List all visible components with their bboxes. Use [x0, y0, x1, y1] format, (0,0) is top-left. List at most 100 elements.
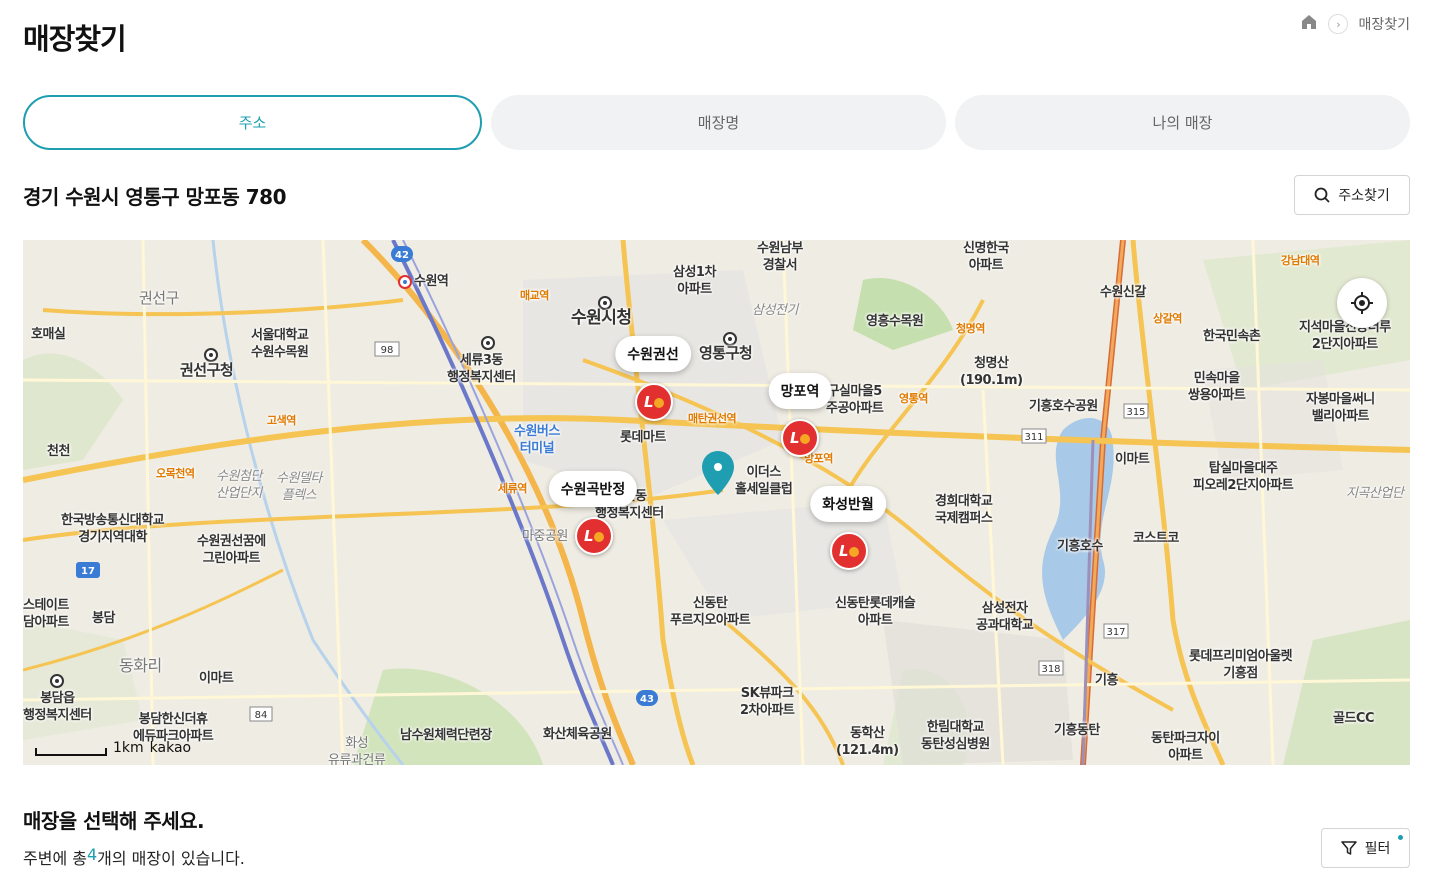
filter-button[interactable]: 필터: [1321, 828, 1410, 868]
map-label-samsung-college: 삼성전자 공과대학교: [976, 601, 1034, 633]
svg-text:311: 311: [1024, 432, 1043, 443]
results-title: 매장을 선택해 주세요.: [23, 809, 205, 833]
location-pin-icon: [702, 451, 734, 495]
home-icon[interactable]: [1300, 13, 1318, 35]
map-label-suwon-gwonseon-apt: 수원권선꿈에 그린아파트: [197, 534, 266, 566]
tab-address[interactable]: 주소: [23, 95, 482, 150]
map-label-hwasan: 화산체육공원: [543, 727, 612, 742]
map-label-seryu: 세류역: [498, 482, 527, 495]
search-icon: [1314, 187, 1330, 203]
map-label-namsuwon: 남수원체력단련장: [400, 728, 492, 743]
current-location-marker[interactable]: [701, 450, 735, 500]
map-label-homaesil: 호매실: [31, 327, 66, 342]
svg-text:98: 98: [381, 345, 394, 356]
locate-me-button[interactable]: [1337, 278, 1387, 328]
map-label-korea-univ: 한국방송통신대학교 경기지역대학: [61, 513, 165, 545]
map-label-traders: 이더스 홀세일클럽: [735, 465, 793, 497]
map-label-khu: 경희대학교 국제캠퍼스: [935, 494, 993, 526]
map-label-donghwa: 동화리: [119, 656, 162, 675]
filter-active-dot: [1398, 835, 1403, 840]
current-address: 경기 수원시 영통구 망포동 780: [23, 185, 287, 209]
map-label-giheung: 기흥: [1095, 673, 1118, 688]
map-label-bongdam: 봉담: [92, 611, 115, 626]
lotte-logo-icon: L: [584, 527, 604, 545]
svg-text:17: 17: [81, 566, 95, 577]
map-label-emart-1: 이마트: [1115, 452, 1150, 467]
map-label-suwon-singal: 수원신갈: [1100, 285, 1146, 300]
filter-label: 필터: [1364, 840, 1391, 856]
map-label-sindongtan: 신동탄 푸르지오아파트: [670, 596, 751, 628]
scale-bar: [35, 748, 107, 756]
map-attribution: kakao: [149, 740, 192, 756]
breadcrumb: › 매장찾기: [1300, 13, 1410, 35]
store-marker-mangpo[interactable]: L: [781, 419, 819, 457]
store-map[interactable]: 42 98 311 315 317 318 84 17 43 수원시청 영통구청…: [23, 240, 1410, 765]
tab-my-store[interactable]: 나의 매장: [955, 95, 1410, 150]
map-label-sanggal: 상갈역: [1153, 312, 1182, 325]
store-bubble-mangpo[interactable]: 망포역: [768, 373, 832, 409]
map-label-minsok-maeul: 민속마을 쌍용아파트: [1188, 371, 1246, 403]
lotte-logo-icon: L: [790, 429, 810, 447]
map-label-omokcheon: 오목천역: [156, 467, 195, 480]
map-label-folk-village: 한국민속촌: [1203, 329, 1261, 344]
results-count-number: 4: [86, 845, 98, 864]
map-label-gugul: 구실마을5 주공아파트: [826, 384, 884, 416]
tab-store-name[interactable]: 매장명: [491, 95, 946, 150]
map-label-golf: 골드CC: [1333, 711, 1375, 726]
map-label-suwon-police: 수원남부 경찰서: [757, 241, 803, 273]
map-label-seoul-univ: 서울대학교 수원수목원: [251, 328, 309, 360]
map-label-suwon-city-hall: 수원시청: [571, 308, 632, 328]
map-scale: 1km kakao: [35, 740, 191, 756]
svg-text:317: 317: [1106, 627, 1125, 638]
svg-text:315: 315: [1126, 407, 1145, 418]
map-label-lotte-outlet: 롯데프리미엄아울렛 기흥점: [1189, 649, 1293, 681]
map-label-cheoncheon: 천천: [47, 444, 70, 459]
map-label-donghaksan: 동학산 (121.4m): [836, 726, 899, 758]
store-marker-suwon-gokbanjeong[interactable]: L: [575, 517, 613, 555]
crosshair-icon: [1351, 292, 1373, 314]
store-bubble-suwon-gokbanjeong[interactable]: 수원곡반정: [548, 471, 638, 507]
map-label-samsung1: 삼성1차 아파트: [673, 265, 716, 297]
store-marker-suwon-gwonseon[interactable]: L: [635, 383, 673, 421]
store-bubble-suwon-gwonseon[interactable]: 수원권선: [615, 336, 691, 372]
map-label-yeongheung: 영흥수목원: [866, 314, 924, 329]
scale-label: 1km: [113, 740, 144, 756]
page-title: 매장찾기: [23, 22, 127, 56]
map-label-giheung-park: 기흥호수공원: [1029, 399, 1098, 414]
svg-text:84: 84: [255, 710, 268, 721]
map-label-giheung-lake: 기흥호수: [1057, 539, 1103, 554]
map-label-seryu3: 세류3동 행정복지센터: [447, 353, 516, 385]
breadcrumb-current[interactable]: 매장찾기: [1358, 14, 1410, 34]
store-marker-hwaseong-banwol[interactable]: L: [830, 532, 868, 570]
address-search-label: 주소찾기: [1338, 187, 1390, 203]
results-suffix: 개의 매장이 있습니다.: [97, 849, 245, 868]
map-label-giheung-dongtan: 기흥동탄: [1054, 723, 1100, 738]
map-label-costco: 코스트코: [1133, 531, 1179, 546]
map-label-yeongtong: 영통역: [899, 392, 928, 405]
address-search-button[interactable]: 주소찾기: [1294, 175, 1410, 215]
results-count: 주변에 총 4 개의 매장이 있습니다.: [23, 845, 245, 869]
map-label-hwaseong-sports: 화성 유류과건류: [328, 736, 386, 765]
map-label-majung-park: 마중공원: [522, 529, 568, 544]
lotte-logo-icon: L: [644, 393, 664, 411]
results-prefix: 주변에 총: [23, 849, 87, 868]
map-label-suwon-cheomdan: 수원첨단 산업단지: [216, 469, 262, 501]
map-label-suwon-station: 수원역: [414, 274, 449, 289]
store-bubble-hwaseong-banwol[interactable]: 화성반월: [810, 486, 886, 522]
map-label-yeongtong-gu: 영통구청: [699, 344, 753, 362]
search-tabs: 주소 매장명 나의 매장: [23, 95, 1410, 150]
map-label-hallym: 한림대학교 동탄성심병원: [921, 720, 990, 752]
map-label-gwonseon: 권선구: [139, 289, 179, 307]
lotte-logo-icon: L: [839, 542, 859, 560]
map-label-samsung-electronics: 삼성전기: [752, 303, 798, 318]
map-label-maegyo: 매교역: [520, 289, 549, 302]
map-label-sindongtan-lotte: 신동탄롯데캐슬 아파트: [835, 596, 916, 628]
map-label-bus-terminal: 수원버스 터미널: [514, 424, 560, 456]
map-label-emart-2: 이마트: [199, 671, 234, 686]
map-label-dongtan-park: 동탄파크자이 아파트: [1151, 731, 1220, 763]
map-label-maetan: 매탄권선역: [688, 412, 737, 425]
map-label-jiseok-industrial: 지곡산업단: [1346, 486, 1404, 501]
map-label-jiseok: 지석마을신동더루 2단지아파트: [1299, 320, 1391, 352]
map-label-sk-view: SK뷰파크 2차아파트: [740, 686, 795, 718]
map-label-cheongmyeong: 청명역: [956, 322, 985, 335]
